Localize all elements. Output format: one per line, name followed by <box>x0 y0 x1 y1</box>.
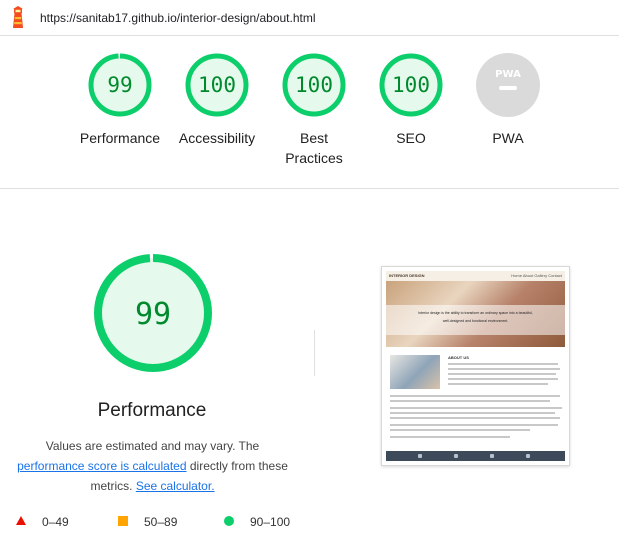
see-calculator-link[interactable]: See calculator. <box>136 479 215 493</box>
seo-label: SEO <box>396 130 426 146</box>
performance-score-link[interactable]: performance score is calculated <box>17 459 186 473</box>
thumb-footer <box>386 451 565 461</box>
gauge-performance[interactable]: 99 Performance <box>70 52 170 148</box>
performance-main-gauge: 99 <box>94 254 212 372</box>
seo-score: 100 <box>392 73 430 97</box>
thumb-hero-image: Interior design is the ability to transf… <box>386 281 565 347</box>
score-legend: 0–49 50–89 90–100 <box>16 513 316 531</box>
performance-main-score: 99 <box>135 297 171 332</box>
fail-triangle-icon <box>16 516 26 525</box>
accessibility-score-ring: 100 <box>185 53 249 117</box>
instagram-icon <box>418 454 422 458</box>
facebook-icon <box>454 454 458 458</box>
performance-label: Performance <box>79 130 161 146</box>
note-text-1: Values are estimated and may vary. The <box>45 439 260 453</box>
gauge-best-practices[interactable]: 100 Best Practices <box>264 52 364 168</box>
category-gauges: 99 Performance 100 Accessibility 100 Bes… <box>0 52 619 172</box>
report-url[interactable]: https://sanitab17.github.io/interior-des… <box>40 11 316 25</box>
accessibility-score: 100 <box>198 73 236 97</box>
thumb-about-image <box>390 355 440 389</box>
thumb-navbar: INTERIOR DESIGN Home About Gallery Conta… <box>386 271 565 281</box>
performance-title: Performance <box>97 400 207 421</box>
best-practices-score-ring: 100 <box>282 53 346 117</box>
lighthouse-icon <box>13 6 23 28</box>
best-practices-label: Best Practices <box>285 130 343 166</box>
accessibility-label: Accessibility <box>178 130 256 146</box>
gauge-accessibility[interactable]: 100 Accessibility <box>167 52 267 148</box>
pass-circle-icon <box>224 516 234 526</box>
vertical-divider <box>314 330 315 376</box>
pwa-label: PWA <box>492 130 524 146</box>
pwa-badge-text: PWA <box>495 69 521 80</box>
url-bar: https://sanitab17.github.io/interior-des… <box>0 0 619 36</box>
thumb-nav-links: Home About Gallery Contact <box>511 273 562 278</box>
thumb-about-title: ABOUT US <box>448 355 469 360</box>
average-square-icon <box>118 516 128 526</box>
pwa-badge-icon: PWA <box>476 53 540 117</box>
gauge-seo[interactable]: 100 SEO <box>361 52 461 148</box>
section-divider <box>0 188 619 189</box>
thumb-brand: INTERIOR DESIGN <box>389 273 425 278</box>
thumb-hero-text: Interior design is the ability to transf… <box>418 311 533 323</box>
pinterest-icon <box>526 454 530 458</box>
seo-score-ring: 100 <box>379 53 443 117</box>
final-screenshot-thumbnail[interactable]: INTERIOR DESIGN Home About Gallery Conta… <box>381 266 570 466</box>
linkedin-icon <box>490 454 494 458</box>
score-note: Values are estimated and may vary. The p… <box>10 436 295 496</box>
performance-score-ring: 99 <box>88 53 152 117</box>
best-practices-score: 100 <box>295 73 333 97</box>
gauge-pwa[interactable]: PWA PWA <box>458 52 558 148</box>
performance-score: 99 <box>107 73 132 97</box>
